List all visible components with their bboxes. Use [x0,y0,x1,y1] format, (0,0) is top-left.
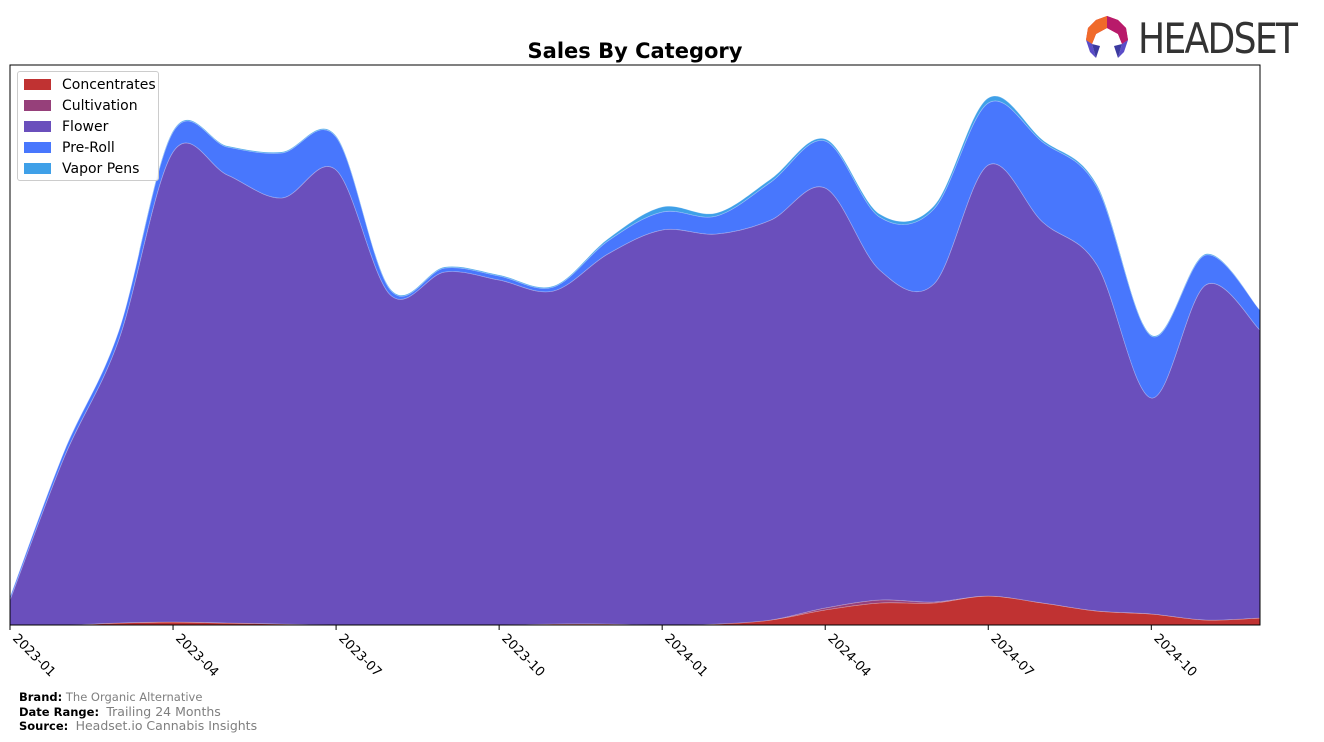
legend-item-vapor-pens: Vapor Pens [24,158,139,179]
legend-swatch [24,163,51,174]
legend-label: Concentrates [62,76,156,93]
footer-info: Brand: The Organic Alternative Date Rang… [19,690,257,734]
brand-line: Brand: The Organic Alternative [19,690,257,705]
legend-swatch [24,142,51,153]
chart-title: Sales By Category [528,39,743,63]
legend-item-cultivation: Cultivation [24,95,138,116]
legend-label: Flower [62,118,109,135]
x-tick-label: 2023-04 [172,631,221,680]
headset-logo: HEADSET [1084,13,1322,63]
source-label: Source: [19,719,69,733]
legend-swatch [24,121,51,132]
x-tick-label: 2024-10 [1150,631,1199,680]
legend-item-flower: Flower [24,116,108,137]
date-range-value: Trailing 24 Months [106,703,221,719]
legend-label: Vapor Pens [62,160,140,177]
logo-text: HEADSET [1138,13,1298,63]
legend-item-concentrates: Concentrates [24,74,156,95]
brand-label: Brand: [19,690,63,704]
date-range-label: Date Range: [19,704,100,719]
x-axis: 2023-01 2023-04 2023-07 2023-10 2024-01 2024-… [9,625,1199,680]
brand-value: The Organic Alternative [65,690,203,704]
x-tick-label: 2024-04 [824,631,873,680]
legend-item-pre-roll: Pre-Roll [24,137,115,158]
date-range-line: Date Range: Trailing 24 Months [19,703,257,720]
source-line: Source: Headset.io Cannabis Insights [19,718,258,734]
headset-logo-icon [1086,16,1128,58]
x-tick-label: 2023-10 [498,631,547,680]
x-tick-label: 2024-07 [987,631,1036,680]
legend-swatch [24,79,51,90]
legend: Concentrates Cultivation Flower Pre-Roll Vap… [17,71,159,181]
legend-swatch [24,100,51,111]
x-tick-label: 2023-01 [9,631,58,680]
sales-by-category-chart: Sales By Category 2023-01 2023-04 2023-07 2… [9,39,1261,680]
source-value: Headset.io Cannabis Insights [75,718,258,733]
legend-label: Pre-Roll [62,139,115,156]
x-tick-label: 2023-07 [335,631,384,680]
x-tick-label: 2024-01 [661,631,710,680]
legend-label: Cultivation [62,97,138,114]
area-series-group [9,95,1261,626]
